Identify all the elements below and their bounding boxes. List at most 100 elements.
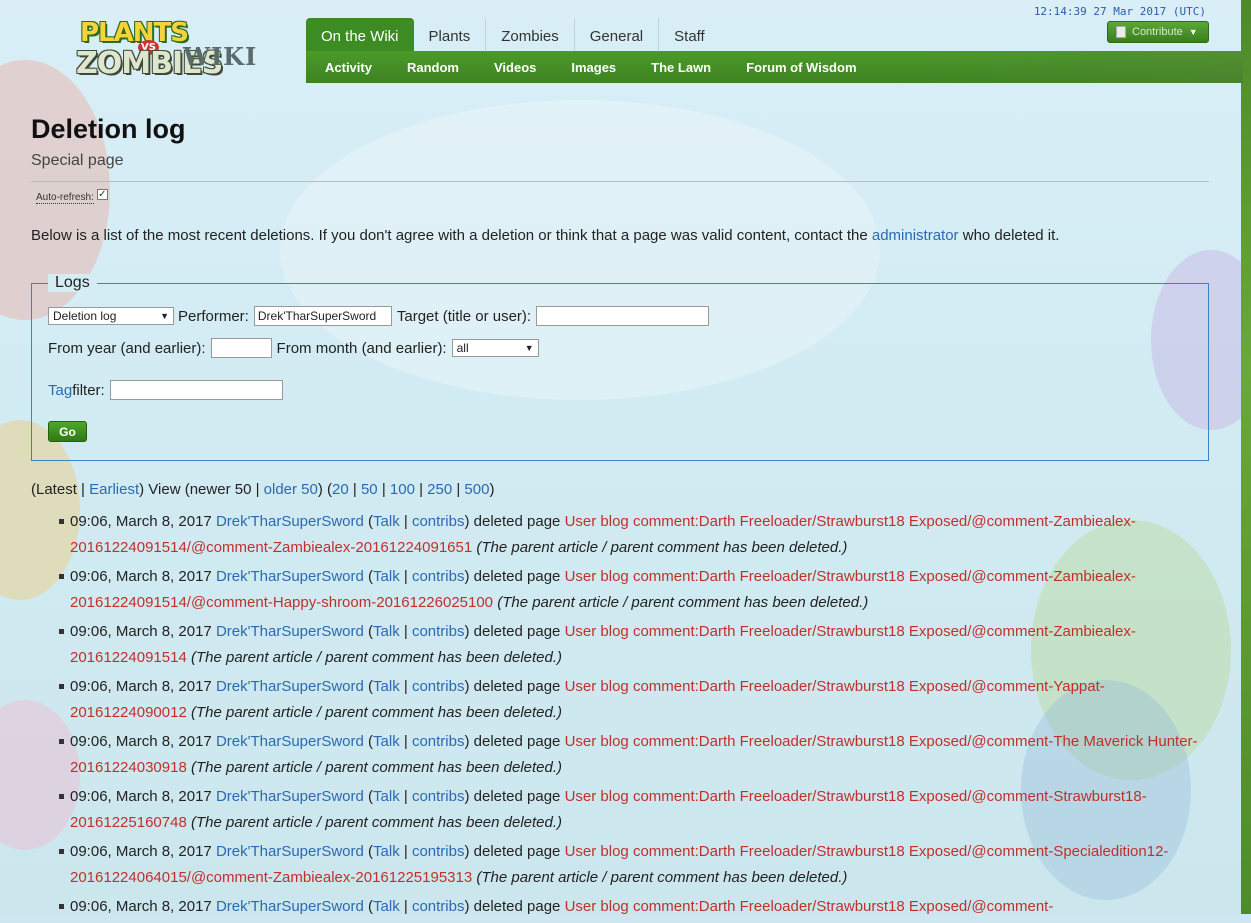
- entry-time: 09:06, March 8, 2017: [70, 513, 212, 530]
- wiki-navigation: On the Wiki Plants Zombies General Staff…: [306, 18, 1243, 83]
- entry-contribs-link[interactable]: contribs: [412, 843, 465, 860]
- pager-limit-50[interactable]: 50: [361, 481, 378, 498]
- subnav-videos[interactable]: Videos: [494, 60, 536, 75]
- entry-talk-link[interactable]: Talk: [373, 623, 400, 640]
- entry-talk-link[interactable]: Talk: [373, 568, 400, 585]
- auto-refresh-checkbox[interactable]: ✓: [96, 188, 108, 200]
- tag-filter-label: filter:: [72, 381, 105, 399]
- bullet-icon: [59, 739, 64, 744]
- auto-refresh: Auto-refresh: ✓: [36, 188, 1211, 204]
- form-row-1: Deletion log ▼ Performer: Drek'TharSuper…: [48, 306, 710, 326]
- log-type-select[interactable]: Deletion log ▼: [48, 307, 174, 325]
- subnav-decoration: [891, 51, 1243, 83]
- go-button[interactable]: Go: [48, 421, 87, 442]
- log-type-value: Deletion log: [53, 309, 117, 323]
- entry-action: deleted page: [469, 843, 565, 860]
- subnav-images[interactable]: Images: [571, 60, 616, 75]
- entry-user-link[interactable]: Drek'TharSuperSword: [216, 898, 364, 915]
- scrollbar-strip[interactable]: [1241, 0, 1251, 914]
- subnav-forum-of-wisdom[interactable]: Forum of Wisdom: [746, 60, 856, 75]
- entry-reason: (The parent article / parent comment has…: [476, 539, 848, 556]
- intro-after: who deleted it.: [958, 227, 1060, 244]
- entry-contribs-link[interactable]: contribs: [412, 788, 465, 805]
- bullet-icon: [59, 849, 64, 854]
- tag-filter-input[interactable]: [109, 380, 283, 400]
- log-entry: 09:06, March 8, 2017 Drek'TharSuperSword…: [31, 784, 1211, 836]
- form-row-3: Tag filter:: [48, 380, 283, 400]
- entry-contribs-link[interactable]: contribs: [412, 898, 465, 915]
- tab-plants[interactable]: Plants: [414, 18, 487, 51]
- pager-mid: ) (: [317, 481, 333, 498]
- tab-on-the-wiki[interactable]: On the Wiki: [306, 18, 414, 51]
- entry-user-link[interactable]: Drek'TharSuperSword: [216, 733, 364, 750]
- month-select[interactable]: all ▼: [451, 339, 539, 357]
- entry-action: deleted page: [469, 788, 565, 805]
- pager-limit-500[interactable]: 500: [464, 481, 489, 498]
- log-entry: 09:06, March 8, 2017 Drek'TharSuperSword…: [31, 729, 1211, 781]
- bullet-icon: [59, 629, 64, 634]
- entry-user-link[interactable]: Drek'TharSuperSword: [216, 568, 364, 585]
- log-entry: 09:06, March 8, 2017 Drek'TharSuperSword…: [31, 839, 1211, 891]
- pager-latest: Latest: [36, 481, 77, 498]
- entry-action: deleted page: [469, 513, 565, 530]
- log-entry: 09:06, March 8, 2017 Drek'TharSuperSword…: [31, 509, 1211, 561]
- entry-contribs-link[interactable]: contribs: [412, 513, 465, 530]
- entry-talk-link[interactable]: Talk: [373, 513, 400, 530]
- dropdown-arrow-icon: ▼: [160, 311, 169, 321]
- wiki-logo[interactable]: PLANTS VS ZOMBIES WIKI: [76, 18, 256, 86]
- tab-staff[interactable]: Staff: [659, 18, 720, 51]
- divider: [31, 181, 1209, 182]
- pager-limit-20[interactable]: 20: [332, 481, 349, 498]
- entry-talk-link[interactable]: Talk: [373, 678, 400, 695]
- entry-talk-link[interactable]: Talk: [373, 733, 400, 750]
- performer-input[interactable]: Drek'TharSuperSword: [253, 306, 392, 326]
- subnav-random[interactable]: Random: [407, 60, 459, 75]
- entry-talk-link[interactable]: Talk: [373, 843, 400, 860]
- target-input[interactable]: [536, 306, 710, 326]
- tag-link[interactable]: Tag: [48, 382, 72, 399]
- entry-reason: (The parent article / parent comment has…: [190, 814, 563, 831]
- deletion-log-list: 09:06, March 8, 2017 Drek'TharSuperSword…: [31, 509, 1211, 920]
- entry-page-link[interactable]: User blog comment:Darth Freeloader/Straw…: [565, 898, 1054, 915]
- entry-action: deleted page: [469, 623, 565, 640]
- pager-sep: |: [76, 481, 90, 498]
- pager-older-link[interactable]: older 50: [264, 481, 318, 498]
- tab-general[interactable]: General: [575, 18, 660, 51]
- log-entry: 09:06, March 8, 2017 Drek'TharSuperSword…: [31, 894, 1211, 920]
- bullet-icon: [59, 904, 64, 909]
- entry-user-link[interactable]: Drek'TharSuperSword: [216, 513, 364, 530]
- entry-time: 09:06, March 8, 2017: [70, 898, 212, 915]
- entry-reason: (The parent article / parent comment has…: [476, 869, 848, 886]
- entry-user-link[interactable]: Drek'TharSuperSword: [216, 788, 364, 805]
- subnav-the-lawn[interactable]: The Lawn: [651, 60, 711, 75]
- entry-user-link[interactable]: Drek'TharSuperSword: [216, 678, 364, 695]
- entry-time: 09:06, March 8, 2017: [70, 788, 212, 805]
- subnav-activity[interactable]: Activity: [325, 60, 372, 75]
- entry-user-link[interactable]: Drek'TharSuperSword: [216, 623, 364, 640]
- log-entry: 09:06, March 8, 2017 Drek'TharSuperSword…: [31, 674, 1211, 726]
- pager-limit-250[interactable]: 250: [427, 481, 452, 498]
- target-label: Target (title or user):: [396, 307, 532, 325]
- entry-contribs-link[interactable]: contribs: [412, 568, 465, 585]
- entry-contribs-link[interactable]: contribs: [412, 623, 465, 640]
- pager-view-text: ) View (newer 50 |: [139, 481, 264, 498]
- year-input[interactable]: [210, 338, 272, 358]
- entry-reason: (The parent article / parent comment has…: [497, 594, 869, 611]
- entry-talk-link[interactable]: Talk: [373, 788, 400, 805]
- entry-contribs-link[interactable]: contribs: [412, 733, 465, 750]
- bullet-icon: [59, 574, 64, 579]
- pager-limit-100[interactable]: 100: [390, 481, 415, 498]
- tab-zombies[interactable]: Zombies: [486, 18, 575, 51]
- logs-legend: Logs: [48, 274, 97, 292]
- entry-time: 09:06, March 8, 2017: [70, 678, 212, 695]
- utc-clock[interactable]: 12:14:39 27 Mar 2017 (UTC): [1034, 5, 1206, 18]
- entry-time: 09:06, March 8, 2017: [70, 623, 212, 640]
- pager-earliest-link[interactable]: Earliest: [89, 481, 139, 498]
- logs-form: Logs Deletion log ▼ Performer: Drek'Thar…: [31, 274, 1209, 461]
- entry-action: deleted page: [469, 568, 565, 585]
- administrator-link[interactable]: administrator: [872, 227, 959, 244]
- entry-talk-link[interactable]: Talk: [373, 898, 400, 915]
- entry-user-link[interactable]: Drek'TharSuperSword: [216, 843, 364, 860]
- entry-contribs-link[interactable]: contribs: [412, 678, 465, 695]
- entry-time: 09:06, March 8, 2017: [70, 568, 212, 585]
